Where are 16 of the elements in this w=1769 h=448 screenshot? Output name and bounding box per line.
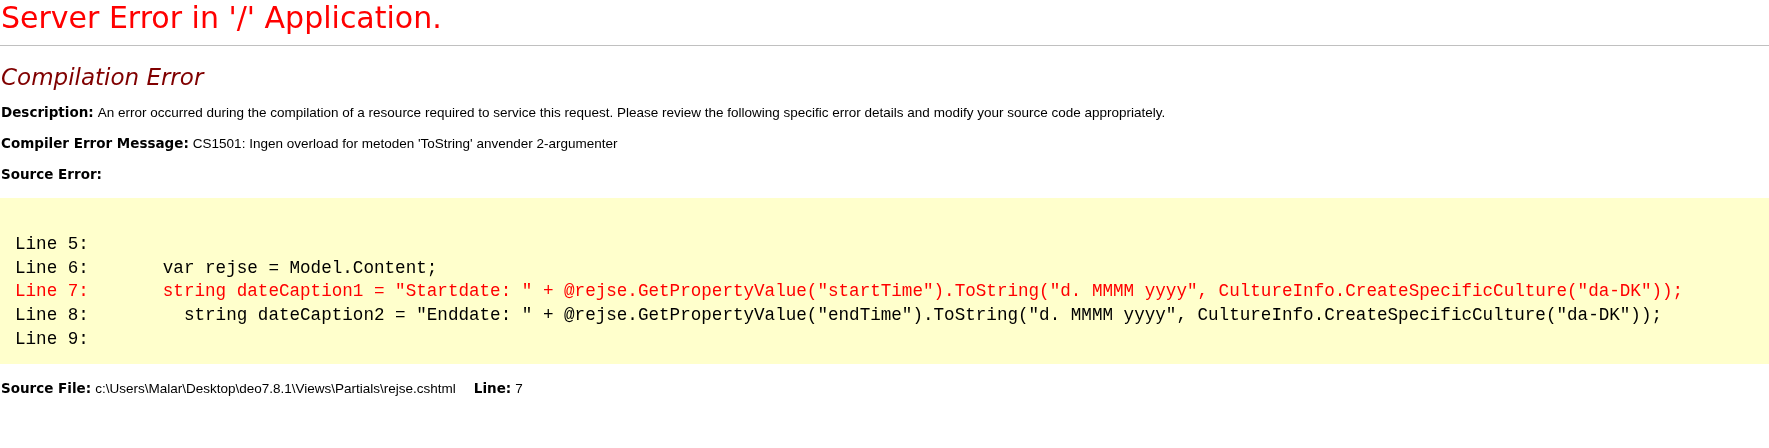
code-line: Line 9: bbox=[15, 327, 89, 351]
page-title: Server Error in '/' Application. bbox=[0, 0, 442, 36]
line-number: 7 bbox=[515, 379, 523, 398]
error-heading: Compilation Error bbox=[1, 63, 204, 92]
field-value: An error occurred during the compilation of a resource required to service this request. Please review the following specific error details and modify your source code appropriately. bbox=[97, 104, 1166, 122]
error-code-line: Line 7: string dateCaption1 = "Startdate: " + @rejse.GetPropertyValue("startTime").ToString("d. MMMM yyyy", CultureInfo.CreateSpecificCulture("da-DK")); bbox=[15, 280, 1684, 304]
field-label: Description: bbox=[1, 103, 94, 122]
code-line: Line 5: bbox=[15, 233, 89, 256]
code-line: Line 8: string dateCaption2 = "Enddate: " + @rejse.GetPropertyValue("endTime").ToString("d. MMMM yyyy", CultureInfo.CreateSpecificCulture("da-DK")); bbox=[15, 304, 1663, 328]
source-file-path: c:\Users\Malar\Desktop\deo7.8.1\Views\Partials\rejse.cshtml bbox=[95, 379, 456, 398]
code-line: Line 6: var rejse = Model.Content; bbox=[15, 256, 438, 280]
source-error-label: Source Error: bbox=[1, 165, 102, 184]
line-label: Line: bbox=[473, 378, 512, 398]
source-file-label: Source File: bbox=[1, 378, 92, 398]
field-value: CS1501: Ingen overload for metoden 'ToString' anvender 2-argumenter bbox=[192, 135, 618, 153]
field-label: Compiler Error Message: bbox=[1, 134, 189, 153]
